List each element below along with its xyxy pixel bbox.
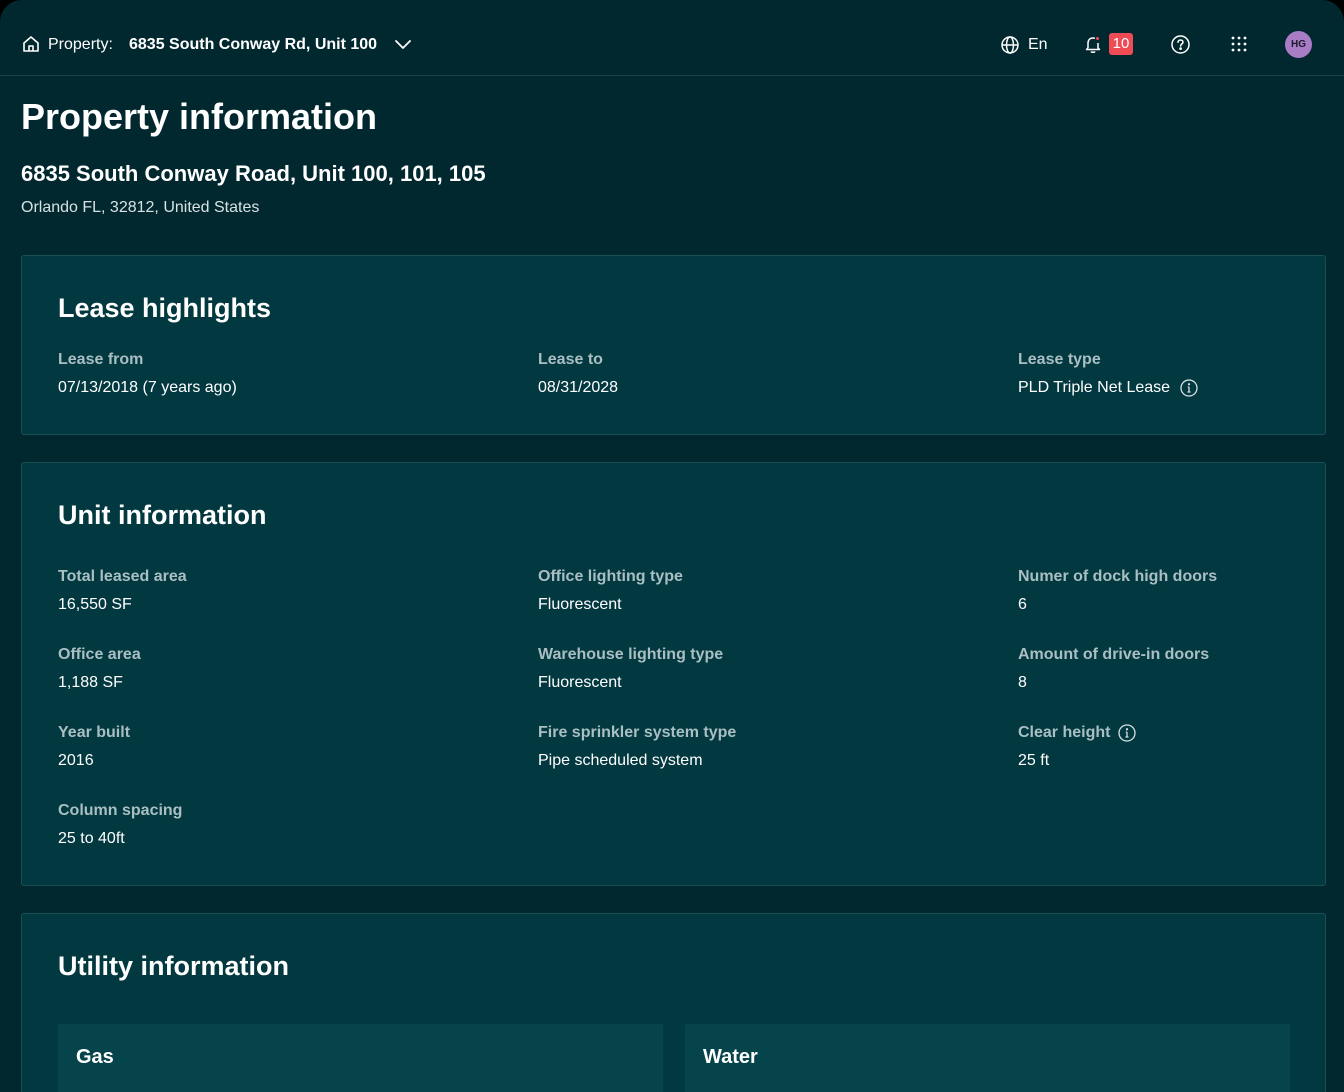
field-value: 08/31/2028	[538, 379, 619, 396]
field-label: Lease type	[1018, 351, 1101, 368]
field-value-row: PLD Triple Net Lease	[1018, 378, 1344, 398]
fire-sprinkler-type-field: Fire sprinkler system type Pipe schedule…	[538, 723, 958, 771]
field-value: 2016	[58, 752, 94, 769]
app-grid-icon[interactable]	[1230, 35, 1248, 53]
field-value: 1,188 SF	[58, 674, 123, 691]
chevron-down-icon[interactable]	[393, 35, 413, 55]
field-label: Office area	[58, 646, 141, 663]
property-city-line: Orlando FL, 32812, United States	[21, 199, 260, 216]
field-label: Lease from	[58, 351, 144, 368]
warehouse-lighting-type-field: Warehouse lighting type Fluorescent	[538, 645, 958, 693]
field-value: 16,550 SF	[58, 596, 132, 613]
lease-type-field: Lease type PLD Triple Net Lease	[1018, 350, 1344, 398]
lease-highlights-card: Lease highlights Lease from 07/13/2018 (…	[21, 255, 1326, 435]
field-label: Year built	[58, 724, 131, 741]
utility-information-card: Utility information Gas Water	[21, 913, 1326, 1092]
field-label: Warehouse lighting type	[538, 646, 724, 663]
field-value: 8	[1018, 674, 1027, 691]
property-label: Property:	[48, 36, 113, 53]
field-label: Office lighting type	[538, 568, 683, 585]
field-value: Fluorescent	[538, 596, 622, 613]
water-section: Water	[685, 1024, 1290, 1092]
drive-in-doors-field: Amount of drive-in doors 8	[1018, 645, 1344, 693]
water-section-title: Water	[703, 1046, 758, 1068]
lease-to-field: Lease to 08/31/2028	[538, 350, 958, 398]
info-icon[interactable]	[1180, 379, 1198, 397]
column-spacing-field: Column spacing 25 to 40ft	[58, 801, 478, 849]
field-label-row: Clear height	[1018, 723, 1344, 743]
home-icon[interactable]	[21, 34, 41, 54]
field-value: 07/13/2018 (7 years ago)	[58, 379, 237, 396]
field-label: Lease to	[538, 351, 603, 368]
year-built-field: Year built 2016	[58, 723, 478, 771]
field-value: 6	[1018, 596, 1027, 613]
utility-information-title: Utility information	[58, 951, 289, 981]
help-icon[interactable]	[1170, 34, 1191, 55]
lease-highlights-title: Lease highlights	[58, 293, 272, 323]
language-selector[interactable]: En	[1028, 35, 1048, 55]
bell-icon[interactable]	[1083, 34, 1103, 54]
notification-count-badge[interactable]: 10	[1109, 33, 1133, 55]
unit-information-card: Unit information Total leased area 16,55…	[21, 462, 1326, 886]
property-selector[interactable]: 6835 South Conway Rd, Unit 100	[129, 35, 377, 55]
top-bar: Property: 6835 South Conway Rd, Unit 100…	[0, 0, 1344, 76]
field-label: Numer of dock high doors	[1018, 568, 1218, 585]
user-avatar[interactable]: HG	[1285, 31, 1312, 58]
field-label: Fire sprinkler system type	[538, 724, 737, 741]
field-label: Clear height	[1018, 724, 1111, 741]
field-value: 25 ft	[1018, 752, 1050, 769]
field-label: Column spacing	[58, 802, 183, 819]
info-icon[interactable]	[1118, 724, 1137, 742]
gas-section-title: Gas	[76, 1046, 114, 1068]
gas-section: Gas	[58, 1024, 663, 1092]
lease-from-field: Lease from 07/13/2018 (7 years ago)	[58, 350, 478, 398]
page-title: Property information	[21, 96, 378, 137]
field-value: 25 to 40ft	[58, 830, 125, 847]
globe-icon[interactable]	[1000, 35, 1020, 55]
total-leased-area-field: Total leased area 16,550 SF	[58, 567, 478, 615]
field-value: Fluorescent	[538, 674, 622, 691]
app-window: Property: 6835 South Conway Rd, Unit 100…	[0, 0, 1344, 1092]
field-value: Pipe scheduled system	[538, 752, 703, 769]
property-address: 6835 South Conway Road, Unit 100, 101, 1…	[21, 161, 486, 186]
field-value: PLD Triple Net Lease	[1018, 379, 1171, 396]
field-label: Total leased area	[58, 568, 187, 585]
dock-high-doors-field: Numer of dock high doors 6	[1018, 567, 1344, 615]
office-area-field: Office area 1,188 SF	[58, 645, 478, 693]
unit-information-title: Unit information	[58, 500, 267, 530]
office-lighting-type-field: Office lighting type Fluorescent	[538, 567, 958, 615]
clear-height-field: Clear height 25 ft	[1018, 723, 1344, 771]
field-label: Amount of drive-in doors	[1018, 646, 1210, 663]
